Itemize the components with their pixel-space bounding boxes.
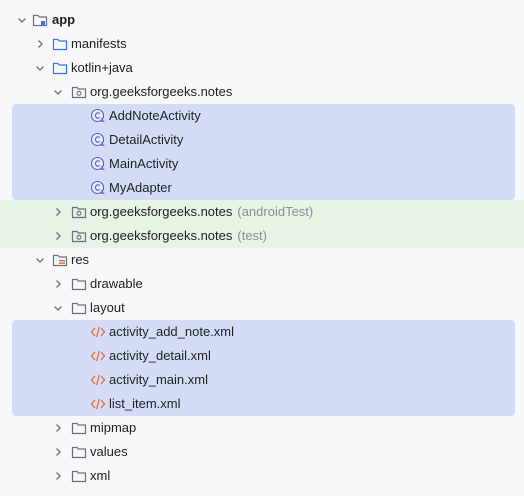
tree-node-res[interactable]: res <box>0 248 524 272</box>
tree-label-xml-file: list_item.xml <box>109 396 181 411</box>
chevron-down-icon[interactable] <box>52 302 64 314</box>
tree-label-values: values <box>90 444 128 459</box>
xml-file-icon <box>90 372 106 388</box>
tree-node-manifests[interactable]: manifests <box>0 32 524 56</box>
tree-label-xml-file: activity_detail.xml <box>109 348 211 363</box>
chevron-down-icon[interactable] <box>52 86 64 98</box>
chevron-right-icon[interactable] <box>34 38 46 50</box>
chevron-down-icon[interactable] <box>34 62 46 74</box>
tree-node-xml-file[interactable]: activity_add_note.xml <box>0 320 524 344</box>
tree-node-app[interactable]: app <box>0 8 524 32</box>
chevron-right-icon[interactable] <box>52 470 64 482</box>
tree-label-class: DetailActivity <box>109 132 184 147</box>
tree-label-app: app <box>52 12 76 27</box>
package-icon <box>71 228 87 244</box>
chevron-right-icon[interactable] <box>52 230 64 242</box>
chevron-right-icon[interactable] <box>52 422 64 434</box>
kotlin-class-icon <box>90 180 106 196</box>
resources-folder-icon <box>52 252 68 268</box>
tree-label-package: org.geeksforgeeks.notes (androidTest) <box>90 200 313 224</box>
source-set-suffix: (test) <box>237 228 267 243</box>
kotlin-class-icon <box>90 108 106 124</box>
tree-node-package-test[interactable]: org.geeksforgeeks.notes (test) <box>0 224 524 248</box>
xml-file-icon <box>90 324 106 340</box>
tree-label-class: AddNoteActivity <box>109 108 201 123</box>
tree-node-kotlin-java[interactable]: kotlin+java <box>0 56 524 80</box>
tree-label-manifests: manifests <box>71 36 127 51</box>
tree-node-package-main[interactable]: org.geeksforgeeks.notes <box>0 80 524 104</box>
package-icon <box>71 84 87 100</box>
tree-label-res: res <box>71 252 90 267</box>
tree-node-mipmap[interactable]: mipmap <box>0 416 524 440</box>
tree-node-package-android-test[interactable]: org.geeksforgeeks.notes (androidTest) <box>0 200 524 224</box>
tree-label-xml-file: activity_main.xml <box>109 372 208 387</box>
chevron-down-icon[interactable] <box>16 14 28 26</box>
chevron-right-icon[interactable] <box>52 278 64 290</box>
package-icon <box>71 204 87 220</box>
tree-node-class[interactable]: AddNoteActivity <box>0 104 524 128</box>
tree-node-class[interactable]: DetailActivity <box>0 128 524 152</box>
kotlin-class-icon <box>90 156 106 172</box>
tree-node-drawable[interactable]: drawable <box>0 272 524 296</box>
kotlin-class-icon <box>90 132 106 148</box>
tree-node-class[interactable]: MyAdapter <box>0 176 524 200</box>
xml-file-icon <box>90 348 106 364</box>
tree-node-xml-file[interactable]: activity_main.xml <box>0 368 524 392</box>
module-folder-icon <box>32 12 48 28</box>
chevron-down-icon[interactable] <box>34 254 46 266</box>
tree-label-class: MainActivity <box>109 156 179 171</box>
tree-label-mipmap: mipmap <box>90 420 137 435</box>
folder-icon <box>71 276 87 292</box>
tree-label-xml-file: activity_add_note.xml <box>109 324 235 339</box>
tree-node-xml[interactable]: xml <box>0 464 524 488</box>
tree-label-xml: xml <box>90 468 111 483</box>
tree-node-class[interactable]: MainActivity <box>0 152 524 176</box>
folder-icon <box>52 36 68 52</box>
tree-node-xml-file[interactable]: list_item.xml <box>0 392 524 416</box>
project-tree: app manifests kotlin+java org.geeksforge… <box>0 8 524 488</box>
tree-label-drawable: drawable <box>90 276 143 291</box>
folder-icon <box>71 468 87 484</box>
source-set-suffix: (androidTest) <box>237 204 314 219</box>
chevron-right-icon[interactable] <box>52 446 64 458</box>
package-name: org.geeksforgeeks.notes <box>90 204 233 219</box>
folder-icon <box>71 300 87 316</box>
package-name: org.geeksforgeeks.notes <box>90 228 233 243</box>
tree-node-layout[interactable]: layout <box>0 296 524 320</box>
source-folder-icon <box>52 60 68 76</box>
tree-node-xml-file[interactable]: activity_detail.xml <box>0 344 524 368</box>
chevron-right-icon[interactable] <box>52 206 64 218</box>
tree-label-package: org.geeksforgeeks.notes (test) <box>90 224 267 248</box>
tree-label-class: MyAdapter <box>109 180 172 195</box>
tree-label-package: org.geeksforgeeks.notes <box>90 84 233 99</box>
tree-label-layout: layout <box>90 300 125 315</box>
folder-icon <box>71 420 87 436</box>
xml-file-icon <box>90 396 106 412</box>
folder-icon <box>71 444 87 460</box>
tree-label-kotlin-java: kotlin+java <box>71 60 133 75</box>
tree-node-values[interactable]: values <box>0 440 524 464</box>
